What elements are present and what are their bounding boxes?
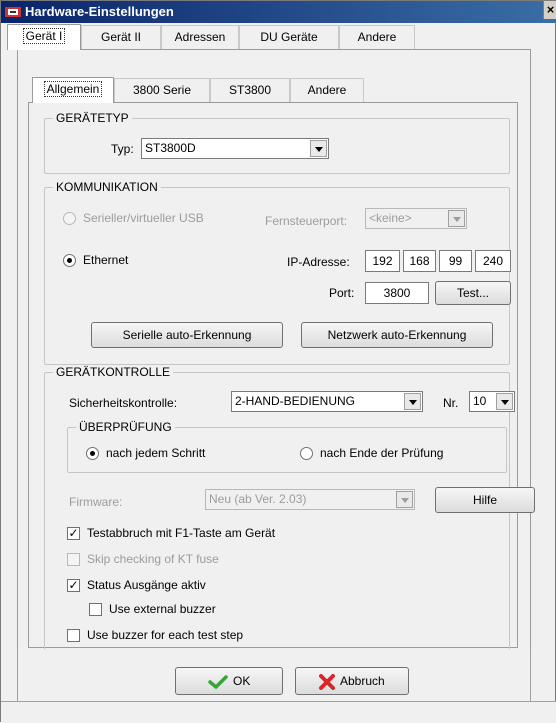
check-buzzer-each-step[interactable] [67, 629, 80, 642]
subtab-allgemein[interactable]: Allgemein [32, 77, 114, 103]
port-label: Port: [329, 286, 355, 300]
port-input[interactable]: 3800 [365, 282, 429, 304]
abbruch-button[interactable]: Abbruch [295, 667, 409, 695]
tab-du-geraete[interactable]: DU Geräte [239, 25, 339, 49]
tab-andere[interactable]: Andere [339, 25, 415, 49]
app-icon [5, 7, 21, 17]
tab-label: Andere [307, 83, 347, 97]
check-skip-label: Skip checking of KT fuse [87, 552, 219, 566]
sicherheit-dropdown[interactable]: 2-HAND-BEDIENUNG [231, 391, 423, 412]
check-external-label: Use external buzzer [109, 602, 216, 616]
ok-button[interactable]: OK [175, 667, 283, 695]
radio-ende-label: nach Ende der Prüfung [320, 446, 444, 460]
ip-octet-4[interactable]: 240 [475, 250, 511, 272]
abbruch-label: Abbruch [339, 674, 385, 688]
tab-geraet-1[interactable]: Gerät I [7, 24, 81, 50]
hardware-settings-window: Hardware-Einstellungen × Gerät I Gerät I… [0, 0, 556, 723]
tab-label: Gerät I [22, 28, 66, 44]
subtab-3800-serie[interactable]: 3800 Serie [114, 78, 210, 102]
subtab-andere[interactable]: Andere [290, 78, 364, 102]
seriell-label: Serieller/virtueller USB [83, 211, 204, 225]
hilfe-button[interactable]: Hilfe [435, 487, 535, 513]
nr-label: Nr. [443, 396, 459, 410]
group-geraetetyp: GERÄTETYP Typ: ST3800D [44, 111, 510, 174]
group-legend: ÜBERPRÜFUNG [76, 420, 175, 434]
typ-value: ST3800D [145, 141, 196, 155]
firmware-label: Firmware: [69, 495, 123, 509]
ip-octet-3[interactable]: 99 [439, 250, 472, 272]
radio-jedem-label: nach jedem Schritt [106, 446, 206, 460]
tab-label: Adressen [174, 30, 226, 44]
title-bar[interactable]: Hardware-Einstellungen × [1, 1, 556, 23]
sicherheit-label: Sicherheitskontrolle: [69, 396, 178, 410]
tab-label: Allgemein [43, 81, 103, 97]
fernsteuerport-value: <keine> [369, 211, 412, 225]
group-legend: GERÄTETYP [53, 111, 132, 125]
check-skip-kt[interactable] [67, 553, 80, 566]
tab-label: DU Geräte [260, 30, 318, 44]
group-legend: KOMMUNIKATION [53, 180, 161, 194]
tab-label: ST3800 [228, 83, 272, 97]
cancel-x-icon [319, 673, 336, 690]
check-status-ausgaenge[interactable]: ✓ [67, 579, 80, 592]
check-status-label: Status Ausgänge aktiv [87, 578, 206, 592]
sub-tab-strip: Allgemein 3800 Serie ST3800 Andere [32, 77, 512, 103]
tab-label: Gerät II [100, 30, 141, 44]
chevron-down-icon[interactable] [496, 393, 513, 410]
close-icon[interactable]: × [543, 1, 556, 19]
radio-nach-ende[interactable] [300, 447, 313, 460]
seriell-auto-button[interactable]: Serielle auto-Erkennung [91, 322, 283, 348]
check-buzzer-each-label: Use buzzer for each test step [87, 628, 244, 642]
radio-seriell[interactable] [63, 212, 76, 225]
firmware-dropdown[interactable]: Neu (ab Ver. 2.03) [205, 489, 415, 510]
nr-value: 10 [473, 394, 487, 408]
radio-ethernet[interactable] [63, 254, 76, 267]
status-bar [1, 701, 556, 723]
tab-geraet-2[interactable]: Gerät II [81, 25, 161, 49]
typ-label: Typ: [111, 142, 134, 156]
netzwerk-auto-button[interactable]: Netzwerk auto-Erkennung [301, 322, 493, 348]
firmware-value: Neu (ab Ver. 2.03) [209, 492, 307, 506]
fernsteuerport-dropdown[interactable]: <keine> [365, 208, 467, 229]
group-ueberpruefung: ÜBERPRÜFUNG nach jedem Schritt nach Ende… [67, 420, 507, 473]
tab-adressen[interactable]: Adressen [161, 25, 239, 49]
subtab-st3800[interactable]: ST3800 [210, 78, 290, 102]
chevron-down-icon[interactable] [396, 491, 413, 508]
check-external-buzzer[interactable] [89, 603, 102, 616]
radio-nach-jedem-schritt[interactable] [86, 447, 99, 460]
chevron-down-icon[interactable] [310, 140, 327, 157]
ok-label: OK [233, 674, 251, 688]
fernsteuerport-label: Fernsteuerport: [265, 214, 348, 228]
group-kommunikation: KOMMUNIKATION Serieller/virtueller USB F… [44, 180, 511, 365]
tab-label: Andere [357, 30, 397, 44]
nr-dropdown[interactable]: 10 [469, 391, 515, 412]
check-testabbruch[interactable]: ✓ [67, 527, 80, 540]
sicherheit-value: 2-HAND-BEDIENUNG [235, 394, 356, 408]
chevron-down-icon[interactable] [448, 210, 465, 227]
chevron-down-icon[interactable] [404, 393, 421, 410]
typ-dropdown[interactable]: ST3800D [141, 138, 329, 159]
main-tab-strip: Gerät I Gerät II Adressen DU Geräte Ande… [7, 24, 553, 50]
ethernet-label: Ethernet [83, 253, 129, 267]
check-testabbruch-label: Testabbruch mit F1-Taste am Gerät [87, 526, 276, 540]
tab-panel: Allgemein 3800 Serie ST3800 Andere GERÄT… [17, 49, 535, 651]
checkmark-icon [207, 675, 228, 689]
ip-label: IP-Adresse: [287, 255, 350, 269]
group-legend: GERÄTKONTROLLE [53, 365, 174, 379]
test-button[interactable]: Test... [435, 281, 511, 305]
ip-octet-1[interactable]: 192 [365, 250, 400, 272]
window-title: Hardware-Einstellungen [25, 4, 174, 19]
group-geraetekontrolle: GERÄTKONTROLLE Sicherheitskontrolle: 2-H… [44, 365, 535, 650]
ip-octet-2[interactable]: 168 [403, 250, 436, 272]
tab-label: 3800 Serie [132, 83, 192, 97]
